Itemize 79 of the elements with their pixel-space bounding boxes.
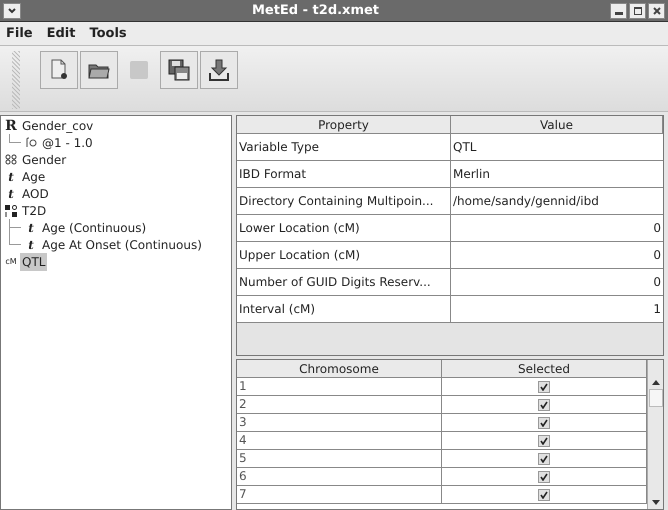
scrollbar-thumb[interactable] [648, 389, 662, 407]
checkmark-icon [540, 490, 548, 498]
checkbox[interactable] [538, 488, 550, 500]
continuous-icon: t [8, 170, 14, 182]
table-cell: /home/sandy/gennid/ibd [451, 188, 663, 215]
tree-item[interactable]: QTL [20, 252, 48, 270]
close-icon [652, 6, 660, 14]
toolbar-grip [12, 51, 20, 109]
table-cell: 1 [237, 378, 442, 396]
checkmark-icon [540, 436, 548, 444]
maximize-button[interactable] [629, 2, 646, 18]
column-header[interactable]: Property [237, 116, 451, 134]
checkbox[interactable] [538, 470, 550, 482]
checkbox[interactable] [538, 434, 550, 446]
toolbar-button[interactable] [160, 51, 198, 89]
window-menu-button[interactable] [3, 2, 21, 18]
vertical-scrollbar[interactable] [647, 360, 663, 509]
table-cell: 0 [451, 242, 663, 269]
continuous-icon: t [8, 188, 14, 200]
table-cell: 2 [237, 396, 442, 414]
tree-item[interactable]: @1 - 1.0 [40, 134, 95, 152]
menu-item[interactable]: Edit [46, 24, 76, 44]
column-header[interactable]: Selected [442, 360, 647, 378]
menu-item[interactable]: Tools [89, 24, 127, 44]
table-cell: 5 [237, 450, 442, 468]
table-cell: Lower Location (cM) [237, 215, 451, 242]
download-tray-icon [209, 59, 229, 81]
function-icon [25, 137, 37, 148]
qtl-icon: cM [5, 258, 17, 266]
categorical-icon [5, 154, 17, 165]
table-cell: Variable Type [237, 134, 451, 161]
tree-item[interactable]: T2D [20, 202, 48, 220]
table-cell: 0 [451, 269, 663, 296]
checkbox[interactable] [538, 398, 550, 410]
checkbox[interactable] [538, 416, 550, 428]
table-cell: 3 [237, 414, 442, 432]
tree-item[interactable]: Age At Onset (Continuous) [40, 236, 204, 254]
chevron-down-icon [8, 8, 16, 14]
tree-item[interactable]: Gender_cov [20, 116, 96, 134]
menu-item[interactable]: File [6, 24, 33, 44]
tree-connector-line [9, 134, 21, 143]
tree-item[interactable]: Age [20, 168, 48, 186]
table-cell: 0 [451, 215, 663, 242]
checkmark-icon [540, 454, 548, 462]
table-cell: Number of GUID Digits Reserv... [237, 269, 451, 296]
window-title: MetEd - t2d.xmet [250, 2, 380, 20]
continuous-icon: t [28, 222, 34, 234]
checkmark-icon [540, 400, 548, 408]
checkmark-icon [540, 472, 548, 480]
tree-item[interactable]: Gender [20, 150, 68, 168]
table-cell: 4 [237, 432, 442, 450]
table-cell: Merlin [451, 161, 663, 188]
checkbox[interactable] [538, 380, 550, 392]
toolbar-button[interactable] [200, 51, 238, 89]
column-header[interactable]: Value [451, 116, 663, 134]
maximize-icon [634, 6, 642, 14]
floppy-disks-icon [168, 59, 190, 81]
table-cell: 6 [237, 468, 442, 486]
table-cell: QTL [451, 134, 663, 161]
table-cell: IBD Format [237, 161, 451, 188]
checkmark-icon [540, 382, 548, 390]
continuous-icon: t [28, 238, 34, 250]
checkmark-icon [540, 418, 548, 426]
checkbox[interactable] [538, 452, 550, 464]
toolbar-button[interactable] [40, 51, 78, 89]
toolbar-button[interactable] [80, 51, 118, 89]
scroll-up-icon [652, 380, 660, 385]
minimize-button[interactable] [610, 2, 627, 18]
close-button[interactable] [648, 2, 665, 18]
tree-item[interactable]: Age (Continuous) [40, 218, 148, 236]
covariate-icon: R [5, 118, 17, 132]
new-document-icon [49, 59, 69, 81]
affection-icon [5, 204, 17, 216]
column-header[interactable]: Chromosome [237, 360, 442, 378]
scroll-down-icon [652, 500, 660, 505]
table-cell: Directory Containing Multipoin... [237, 188, 451, 215]
table-cell: Upper Location (cM) [237, 242, 451, 269]
table-cell: 7 [237, 486, 442, 504]
tree-item[interactable]: AOD [20, 184, 51, 202]
